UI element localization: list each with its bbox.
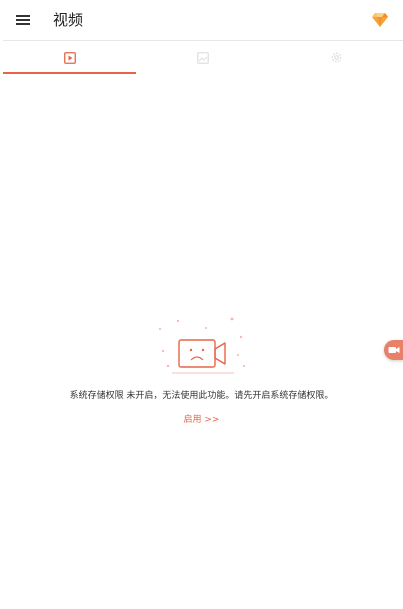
record-camera-icon: [388, 347, 400, 353]
menu-icon: [16, 15, 30, 25]
app-screen: 视频 系统存储权限 未开启，无法使用此功能。请先开启系统存储权限。 启用 >>: [0, 0, 403, 609]
sad-camera-icon: [159, 317, 245, 374]
floating-record-button[interactable]: [384, 340, 403, 360]
premium-button[interactable]: [369, 9, 391, 31]
menu-button[interactable]: [10, 9, 36, 31]
tab-screenshots[interactable]: [136, 41, 269, 74]
tab-videos[interactable]: [3, 41, 137, 74]
video-play-icon: [63, 51, 76, 64]
page-title: 视频: [53, 11, 84, 29]
app-bar: 视频: [0, 0, 403, 40]
gear-icon: [331, 52, 342, 63]
permission-message: 系统存储权限 未开启，无法使用此功能。请先开启系统存储权限。: [69, 391, 334, 401]
enable-permission-link[interactable]: 启用 >>: [0, 413, 403, 427]
tab-bar: [3, 40, 403, 74]
tab-settings[interactable]: [270, 41, 403, 74]
image-icon: [197, 51, 209, 64]
diamond-icon: [372, 13, 388, 27]
